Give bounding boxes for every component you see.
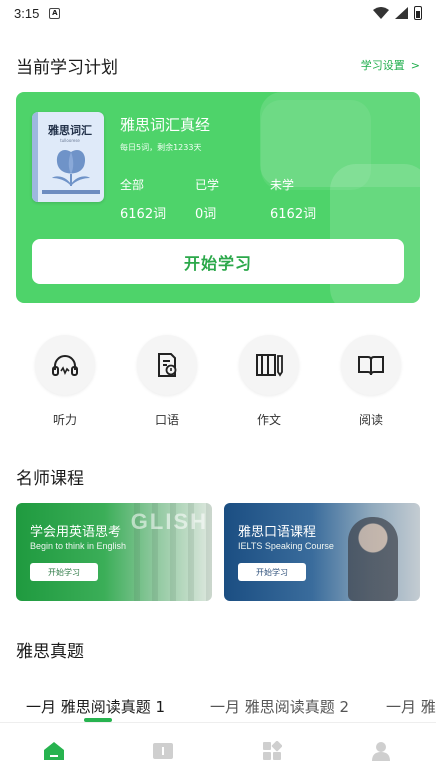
nav-profile[interactable]	[369, 739, 393, 763]
exam-tab[interactable]: 一月 雅	[386, 696, 436, 717]
plan-settings-link[interactable]: 学习设置 >	[361, 57, 420, 73]
course-start-button[interactable]: 开始学习	[30, 563, 98, 581]
course-subtitle: Begin to think in English	[30, 541, 127, 551]
stat-unlearned: 未学 6162词	[270, 176, 316, 222]
skill-label: 作文	[256, 413, 281, 427]
skill-button[interactable]	[35, 335, 95, 395]
plan-title: 当前学习计划	[16, 57, 118, 78]
nav-home[interactable]	[42, 739, 66, 763]
plan-settings-label: 学习设置	[360, 59, 405, 72]
book-cover-subtitle: tulloorese	[60, 138, 80, 143]
stat-value: 6162词	[120, 207, 167, 222]
notification-icon: A	[49, 7, 61, 19]
exams-title: 雅思真题	[16, 642, 84, 662]
course-title: 雅思口语课程	[238, 525, 317, 540]
nav-discover[interactable]	[260, 739, 284, 763]
skill-button[interactable]	[341, 335, 401, 395]
skill-button[interactable]	[239, 335, 299, 395]
skill-writing[interactable]: 作文	[238, 335, 300, 428]
status-time: 3:15	[14, 5, 40, 21]
stat-value: 6162词	[270, 207, 317, 222]
stat-value: 0词	[195, 207, 217, 222]
skill-speaking[interactable]: 口语	[136, 335, 198, 428]
course-subtitle: IELTS Speaking Course	[238, 541, 334, 551]
open-book-icon	[358, 356, 384, 376]
skill-shortcuts: 听力 口语 作文 阅读	[0, 335, 436, 435]
wifi-icon	[373, 7, 389, 19]
course-card-ielts-speaking[interactable]: 雅思口语课程 IELTS Speaking Course 开始学习	[224, 503, 420, 601]
chevron-right-icon: >	[410, 58, 420, 72]
grid-icon	[263, 741, 282, 760]
book-icon	[153, 743, 173, 759]
home-icon	[44, 742, 64, 760]
bottom-nav	[0, 722, 436, 776]
stat-learned: 已学 0词	[195, 176, 219, 222]
status-bar: 3:15 A	[0, 0, 436, 26]
course-card-think-english[interactable]: GLISH 学会用英语思考 Begin to think in English …	[16, 503, 212, 601]
stat-label: 未学	[270, 178, 295, 192]
book-name: 雅思词汇真经	[120, 116, 211, 134]
signal-icon	[395, 7, 408, 19]
skill-listening[interactable]: 听力	[34, 335, 96, 428]
skill-reading[interactable]: 阅读	[340, 335, 402, 428]
study-plan-card[interactable]: 雅思词汇 tulloorese 雅思词汇真经 每日5词，剩余1233天 全部 6…	[16, 92, 420, 303]
exam-tab[interactable]: 一月 雅思阅读真题 2	[210, 696, 349, 717]
speaking-doc-icon	[158, 353, 177, 377]
nav-book[interactable]	[151, 739, 175, 763]
stat-label: 全部	[120, 178, 145, 192]
book-cover: 雅思词汇 tulloorese	[32, 112, 104, 202]
plan-header: 当前学习计划 学习设置 >	[16, 52, 420, 78]
courses-title: 名师课程	[16, 469, 84, 489]
skill-button[interactable]	[137, 335, 197, 395]
exam-tab-bar: 一月 雅思阅读真题 1 一月 雅思阅读真题 2 一月 雅	[0, 692, 436, 722]
stat-label: 已学	[195, 178, 220, 192]
skill-label: 口语	[154, 413, 179, 427]
start-learning-button[interactable]: 开始学习	[32, 239, 404, 284]
course-start-button[interactable]: 开始学习	[238, 563, 306, 581]
headphones-icon	[52, 355, 78, 376]
course-bg-text: GLISH	[130, 509, 208, 534]
stat-total: 全部 6162词	[120, 176, 166, 222]
profile-icon	[372, 742, 390, 761]
course-title: 学会用英语思考	[30, 525, 122, 540]
skill-label: 听力	[52, 413, 77, 427]
book-meta: 每日5词，剩余1233天	[120, 143, 202, 152]
battery-icon	[414, 6, 422, 20]
exam-tab[interactable]: 一月 雅思阅读真题 1	[26, 696, 165, 717]
book-cover-title: 雅思词汇	[48, 124, 92, 137]
skill-label: 阅读	[358, 413, 383, 427]
tulip-icon	[52, 149, 90, 186]
notebook-pen-icon	[256, 354, 283, 377]
